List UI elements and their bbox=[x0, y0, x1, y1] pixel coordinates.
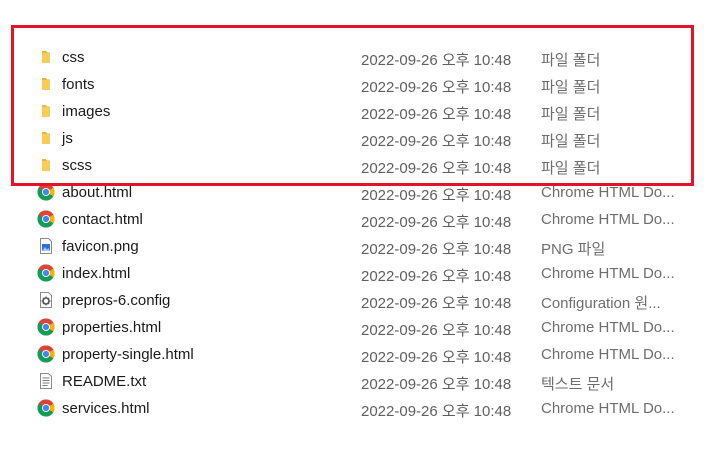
file-type: Chrome HTML Do... bbox=[541, 211, 675, 228]
file-type: Chrome HTML Do... bbox=[541, 346, 675, 363]
file-type: PNG 파일 bbox=[541, 241, 606, 258]
file-row-property-single-html[interactable]: property-single.html 2022-09-26 오후 10:48… bbox=[0, 341, 715, 368]
file-type: Chrome HTML Do... bbox=[541, 184, 675, 201]
file-name: favicon.png bbox=[62, 238, 139, 255]
file-row-services-html[interactable]: services.html 2022-09-26 오후 10:48 Chrome… bbox=[0, 395, 715, 422]
file-name: about.html bbox=[62, 184, 133, 201]
file-type: Chrome HTML Do... bbox=[541, 265, 675, 282]
file-type: Chrome HTML Do... bbox=[541, 400, 675, 417]
file-name: property-single.html bbox=[62, 346, 194, 363]
file-date: 2022-09-26 오후 10:48 bbox=[361, 322, 512, 339]
file-date: 2022-09-26 오후 10:48 bbox=[361, 403, 512, 420]
chrome-icon bbox=[37, 318, 55, 336]
file-name: prepros-6.config bbox=[62, 292, 171, 309]
file-row-prepros-config[interactable]: prepros-6.config 2022-09-26 오후 10:48 Con… bbox=[0, 287, 715, 314]
config-file-icon bbox=[37, 291, 55, 309]
chrome-icon bbox=[37, 345, 55, 363]
file-date: 2022-09-26 오후 10:48 bbox=[361, 349, 512, 366]
text-file-icon bbox=[37, 372, 55, 390]
file-name: properties.html bbox=[62, 319, 162, 336]
image-file-icon bbox=[37, 237, 55, 255]
chrome-icon bbox=[37, 210, 55, 228]
highlight-box bbox=[11, 25, 694, 186]
file-type: 텍스트 문서 bbox=[541, 376, 615, 393]
chrome-icon bbox=[37, 399, 55, 417]
file-type: Configuration 원... bbox=[541, 295, 661, 312]
chrome-icon bbox=[37, 264, 55, 282]
file-date: 2022-09-26 오후 10:48 bbox=[361, 214, 512, 231]
file-row-favicon-png[interactable]: favicon.png 2022-09-26 오후 10:48 PNG 파일 bbox=[0, 233, 715, 260]
file-row-readme-txt[interactable]: README.txt 2022-09-26 오후 10:48 텍스트 문서 bbox=[0, 368, 715, 395]
file-type: Chrome HTML Do... bbox=[541, 319, 675, 336]
file-row-index-html[interactable]: index.html 2022-09-26 오후 10:48 Chrome HT… bbox=[0, 260, 715, 287]
file-name: contact.html bbox=[62, 211, 143, 228]
file-row-properties-html[interactable]: properties.html 2022-09-26 오후 10:48 Chro… bbox=[0, 314, 715, 341]
file-date: 2022-09-26 오후 10:48 bbox=[361, 187, 512, 204]
file-name: services.html bbox=[62, 400, 150, 417]
file-date: 2022-09-26 오후 10:48 bbox=[361, 241, 512, 258]
file-name: index.html bbox=[62, 265, 131, 282]
file-name: README.txt bbox=[62, 373, 147, 390]
file-date: 2022-09-26 오후 10:48 bbox=[361, 376, 512, 393]
file-date: 2022-09-26 오후 10:48 bbox=[361, 295, 512, 312]
file-date: 2022-09-26 오후 10:48 bbox=[361, 268, 512, 285]
file-row-contact-html[interactable]: contact.html 2022-09-26 오후 10:48 Chrome … bbox=[0, 206, 715, 233]
